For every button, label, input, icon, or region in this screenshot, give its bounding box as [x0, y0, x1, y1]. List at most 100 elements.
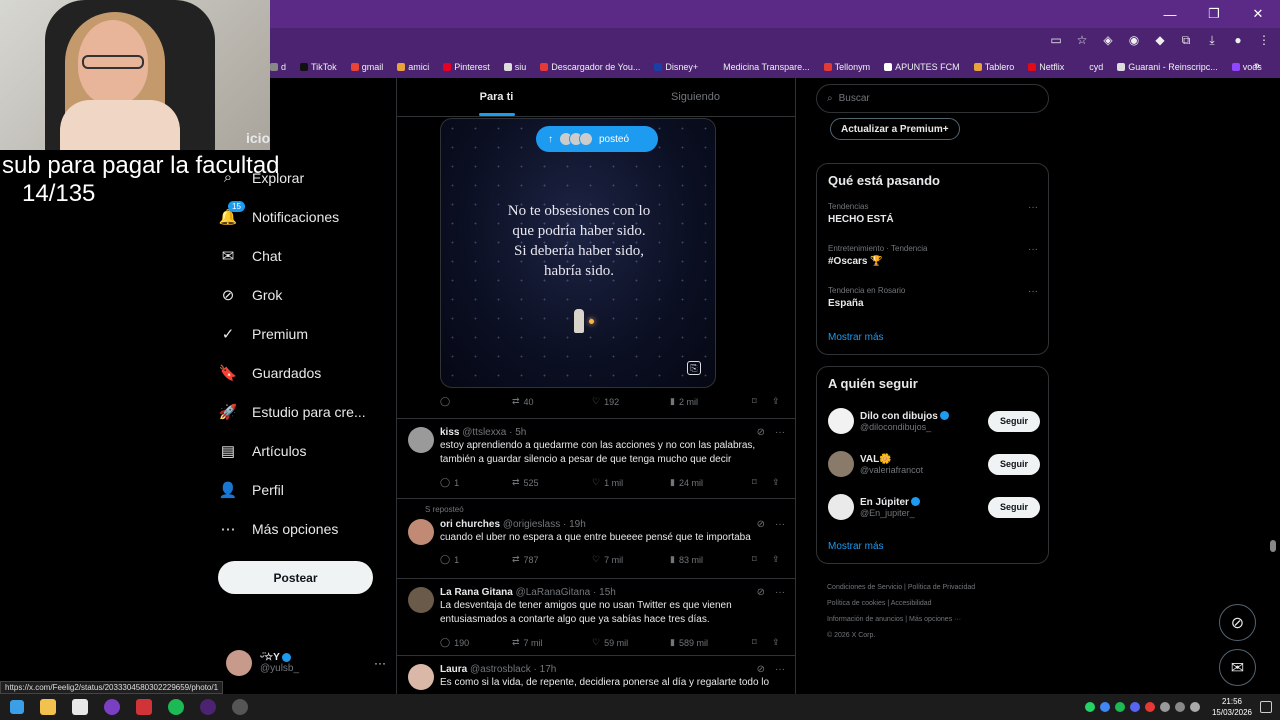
footer-link[interactable]: Política de Privacidad — [908, 584, 975, 591]
nav-item-notificaciones[interactable]: 🔔 15 Notificaciones — [218, 197, 388, 236]
tweet-author-name[interactable]: Laura — [440, 664, 467, 675]
tweet-author-name[interactable]: kiss — [440, 427, 459, 438]
footer-link[interactable]: Condiciones de Servicio — [827, 584, 902, 591]
image-edit-icon[interactable]: ⎘ — [687, 361, 701, 375]
nav-item-grok[interactable]: ⊘ Grok — [218, 275, 388, 314]
file-explorer-icon[interactable] — [40, 699, 56, 715]
footer-link[interactable]: Política de cookies — [827, 600, 885, 607]
reply-button[interactable]: ◯ — [440, 396, 512, 407]
bookmark-item[interactable]: Disney+ — [654, 62, 698, 72]
discord-tray-icon[interactable] — [1130, 702, 1140, 712]
bookmark-item[interactable]: Netflix — [1028, 62, 1064, 72]
post-image[interactable]: No te obsesiones con lo que podría haber… — [440, 118, 716, 388]
bookmark-item[interactable]: cyd — [1078, 62, 1103, 72]
more-dots-icon[interactable]: ··· — [374, 656, 386, 670]
page-scrollbar[interactable] — [1270, 540, 1276, 552]
follow-suggestion[interactable]: VAL🌼 @valeriafrancot Seguir — [828, 450, 1040, 478]
wifi-icon[interactable] — [1175, 702, 1185, 712]
tweet-author-name[interactable]: La Rana Gitana — [440, 587, 513, 598]
trend-item[interactable]: Entretenimiento · Tendencia #Oscars 🏆 ··· — [828, 244, 1038, 267]
bookmark-button[interactable]: ⌑ — [752, 477, 772, 488]
bookmark-item[interactable]: TikTok — [300, 62, 337, 72]
bookmark-button[interactable]: ⌑ — [752, 637, 772, 648]
grok-float-button[interactable]: ⊘ — [1219, 604, 1256, 641]
more-dots-icon[interactable]: ··· — [1028, 202, 1038, 213]
nav-item-perfil[interactable]: 👤 Perfil — [218, 470, 388, 509]
star-icon[interactable]: ☆ — [1074, 32, 1090, 48]
nav-item-home[interactable]: icio — [218, 118, 388, 158]
reply-button[interactable]: ◯ 1 — [440, 477, 512, 488]
trend-item[interactable]: Tendencia en Rosario España ··· — [828, 286, 1038, 309]
grok-icon[interactable]: ⊘ — [757, 664, 765, 675]
tweet-time[interactable]: · 17h — [534, 664, 557, 675]
kebab-menu-icon[interactable]: ⋮ — [1256, 32, 1272, 48]
bookmark-item[interactable]: gmail — [350, 62, 383, 72]
repost-button[interactable]: ⇄ 787 — [512, 554, 592, 565]
bookmark-item[interactable]: APUNTES FCM — [884, 62, 960, 72]
tweet[interactable]: kiss @ttslexxa · 5h ⊘ ··· estoy aprendiendo… — [397, 418, 795, 498]
chrome-icon[interactable] — [200, 699, 216, 715]
restore-button[interactable]: ❐ — [1192, 0, 1236, 28]
obs-icon[interactable] — [232, 699, 248, 715]
browser-icon[interactable] — [104, 699, 120, 715]
share-button[interactable]: ⇪ — [772, 554, 780, 565]
search-input[interactable]: ⌕ Buscar — [816, 84, 1049, 113]
footer-link[interactable]: Información de anuncios — [827, 616, 903, 623]
premium-upgrade-button[interactable]: Actualizar a Premium+ — [830, 118, 960, 140]
repost-button[interactable]: ⇄ 7 mil — [512, 637, 592, 648]
views-button[interactable]: ▮ 83 mil — [670, 554, 752, 565]
extension-icon[interactable]: ◉ — [1126, 32, 1142, 48]
bookmark-item[interactable]: siu — [503, 62, 526, 72]
app-icon[interactable] — [136, 699, 152, 715]
tweet-author-name[interactable]: ori churches — [440, 519, 500, 530]
nav-item-guardados[interactable]: 🔖 Guardados — [218, 353, 388, 392]
tweet-handle[interactable]: @ttslexxa — [462, 427, 506, 438]
avatar[interactable] — [408, 519, 434, 545]
grok-icon[interactable]: ⊘ — [757, 427, 765, 438]
bookmark-button[interactable]: ⌑ — [752, 554, 772, 565]
more-dots-icon[interactable]: ··· — [1028, 286, 1038, 297]
nav-item-premium[interactable]: ✓ Premium — [218, 314, 388, 353]
tweet-handle[interactable]: @astrosblack — [470, 664, 531, 675]
account-switcher[interactable]: ᵕ̈☆Y @yulsb_ ··· — [226, 648, 386, 678]
like-button[interactable]: ♡ 7 mil — [592, 554, 670, 565]
tweet[interactable]: La Rana Gitana @LaRanaGitana · 15h ⊘ ··· La… — [397, 578, 795, 658]
minimize-button[interactable]: — — [1148, 0, 1192, 28]
grok-icon[interactable]: ⊘ — [757, 519, 765, 530]
bookmark-item[interactable]: amici — [397, 62, 429, 72]
tweet-handle[interactable]: @origieslass — [503, 519, 560, 530]
follow-button[interactable]: Seguir — [987, 410, 1040, 432]
puzzle-icon[interactable]: ⧉ — [1178, 32, 1194, 48]
more-dots-icon[interactable]: ··· — [775, 427, 785, 438]
bookmark-item[interactable]: Pinterest — [443, 62, 490, 72]
views-button[interactable]: ▮ 589 mil — [670, 637, 752, 648]
extension-icon-2[interactable]: ◆ — [1152, 32, 1168, 48]
app-tray-icon[interactable] — [1145, 702, 1155, 712]
tweet-time[interactable]: · 15h — [593, 587, 616, 598]
windows-start-icon[interactable] — [10, 700, 24, 714]
like-button[interactable]: ♡ 59 mil — [592, 637, 670, 648]
grok-icon[interactable]: ⊘ — [757, 587, 765, 598]
like-button[interactable]: ♡ 192 — [592, 396, 670, 407]
nav-item-explorar[interactable]: ⌕ Explorar — [218, 158, 388, 197]
show-more-follow-link[interactable]: Mostrar más — [828, 541, 884, 552]
volume-icon[interactable] — [1190, 702, 1200, 712]
bookmark-item[interactable]: Descargador de You... — [540, 62, 640, 72]
notification-center-icon[interactable] — [1260, 701, 1272, 713]
follow-suggestion[interactable]: En Júpiter @En_jupiter_ Seguir — [828, 493, 1040, 521]
repost-button[interactable]: ⇄ 525 — [512, 477, 592, 488]
tab-para-ti[interactable]: Para ti — [397, 78, 596, 116]
bookmark-button[interactable]: ⌑ — [752, 396, 772, 407]
show-more-trends-link[interactable]: Mostrar más — [828, 332, 884, 343]
messages-float-button[interactable]: ✉ — [1219, 649, 1256, 686]
repost-button[interactable]: ⇄ 40 — [512, 396, 592, 407]
bookmark-item[interactable]: Guarani - Reinscripc... — [1117, 62, 1218, 72]
tweet-handle[interactable]: @LaRanaGitana — [516, 587, 591, 598]
follow-suggestion[interactable]: Dilo con dibujos @dilocondibujos_ Seguir — [828, 407, 1040, 435]
close-window-button[interactable]: ✕ — [1236, 0, 1280, 28]
follow-button[interactable]: Seguir — [987, 496, 1040, 518]
download-icon[interactable]: ⤓ — [1204, 32, 1220, 48]
more-dots-icon[interactable]: ··· — [775, 519, 785, 530]
share-button[interactable]: ⇪ — [772, 637, 780, 648]
avatar[interactable] — [408, 664, 434, 690]
